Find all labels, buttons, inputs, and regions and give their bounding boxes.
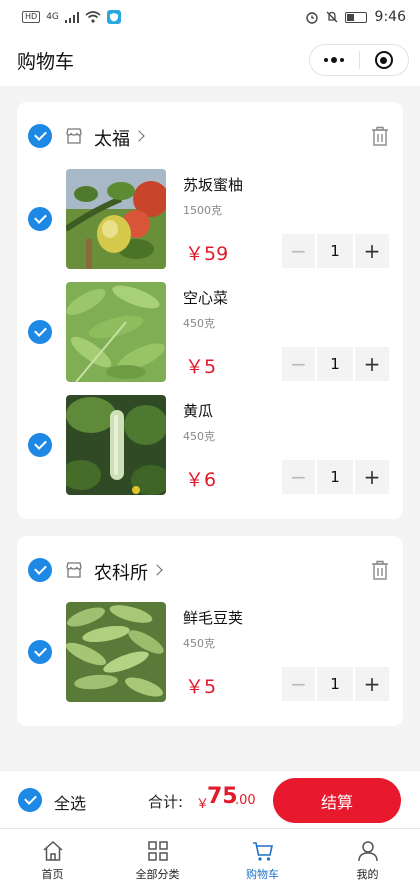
select-all-checkbox[interactable] <box>18 788 42 812</box>
quantity-value[interactable]: 1 <box>317 347 353 381</box>
item-checkbox[interactable] <box>28 320 52 344</box>
signal-icon <box>64 11 79 23</box>
status-bar: HD 4G 9:46 <box>0 0 420 34</box>
shop-card: 太福 苏坂蜜柚 1500克 ￥59 − 1 + 空心菜 450克 ￥5 − 1 … <box>17 102 403 519</box>
shop-name[interactable]: 农科所 <box>94 559 148 585</box>
product-image[interactable] <box>66 395 166 495</box>
store-icon <box>66 562 82 578</box>
wifi-icon <box>85 11 101 23</box>
product-price: ￥6 <box>185 469 217 491</box>
increase-button[interactable]: + <box>355 667 389 701</box>
shop-header: 农科所 <box>17 536 403 604</box>
chevron-right-icon[interactable] <box>133 130 145 142</box>
quantity-stepper: − 1 + <box>282 667 389 701</box>
tab-bar: 首页 全部分类 购物车 我的 <box>0 828 420 887</box>
user-icon <box>357 841 378 862</box>
tab-label: 全部分类 <box>135 868 180 881</box>
product-image[interactable] <box>66 282 166 382</box>
more-button[interactable] <box>310 45 359 75</box>
product-price: ￥59 <box>185 243 229 265</box>
cart-item: 黄瓜 450克 ￥6 − 1 + <box>17 395 403 495</box>
quantity-stepper: − 1 + <box>282 460 389 494</box>
cart-item: 苏坂蜜柚 1500克 ￥59 − 1 + <box>17 169 403 269</box>
product-image[interactable] <box>66 602 166 702</box>
grid-icon <box>147 841 168 861</box>
item-checkbox[interactable] <box>28 640 52 664</box>
decrease-button[interactable]: − <box>282 460 315 494</box>
quantity-stepper: − 1 + <box>282 347 389 381</box>
total-label: 合计: <box>148 793 184 811</box>
cart-icon <box>252 842 273 861</box>
product-name[interactable]: 黄瓜 <box>183 400 213 421</box>
shop-card: 农科所 鲜毛豆荚 450克 ￥5 − 1 + <box>17 536 403 726</box>
tab-categories[interactable]: 全部分类 <box>105 829 210 887</box>
home-icon <box>43 840 62 861</box>
product-image[interactable] <box>66 169 166 269</box>
trash-icon[interactable] <box>371 560 389 580</box>
decrease-button[interactable]: − <box>282 347 315 381</box>
quantity-value[interactable]: 1 <box>317 460 353 494</box>
miniprogram-capsule <box>309 44 409 76</box>
shop-name[interactable]: 太福 <box>94 125 130 151</box>
store-icon <box>66 128 82 144</box>
page-title: 购物车 <box>17 50 75 73</box>
product-price: ￥5 <box>185 356 217 378</box>
tab-cart[interactable]: 购物车 <box>210 829 315 887</box>
total-amount-decimal: .00 <box>235 793 256 808</box>
tab-label: 首页 <box>41 868 64 881</box>
increase-button[interactable]: + <box>355 460 389 494</box>
tab-profile[interactable]: 我的 <box>315 829 420 887</box>
product-name[interactable]: 苏坂蜜柚 <box>183 174 243 195</box>
battery-icon <box>344 11 367 23</box>
decrease-button[interactable]: − <box>282 667 315 701</box>
cart-item: 空心菜 450克 ￥5 − 1 + <box>17 282 403 382</box>
quantity-stepper: − 1 + <box>282 234 389 268</box>
more-icon <box>324 57 345 63</box>
product-name[interactable]: 空心菜 <box>183 287 228 308</box>
decrease-button[interactable]: − <box>282 234 315 268</box>
product-weight: 1500克 <box>183 204 222 217</box>
shop-checkbox[interactable] <box>28 124 52 148</box>
hd-indicator: HD <box>22 11 41 23</box>
chevron-right-icon[interactable] <box>151 564 163 576</box>
item-checkbox[interactable] <box>28 433 52 457</box>
trash-icon[interactable] <box>371 126 389 146</box>
increase-button[interactable]: + <box>355 347 389 381</box>
product-price: ￥5 <box>185 676 217 698</box>
total-amount-integer: 75 <box>207 784 238 809</box>
shop-header: 太福 <box>17 102 403 170</box>
product-weight: 450克 <box>183 637 215 650</box>
select-all-label[interactable]: 全选 <box>54 790 86 814</box>
shield-app-icon <box>106 10 121 24</box>
item-checkbox[interactable] <box>28 207 52 231</box>
quantity-value[interactable]: 1 <box>317 667 353 701</box>
mute-icon <box>326 11 338 23</box>
alarm-icon <box>305 12 318 24</box>
shop-checkbox[interactable] <box>28 558 52 582</box>
close-miniprogram-button[interactable] <box>360 45 409 75</box>
tab-label: 我的 <box>356 868 379 881</box>
exit-icon <box>374 51 393 69</box>
product-name[interactable]: 鲜毛豆荚 <box>183 607 243 628</box>
clock: 9:46 <box>374 9 406 25</box>
quantity-value[interactable]: 1 <box>317 234 353 268</box>
checkout-button[interactable]: 结算 <box>273 778 401 823</box>
increase-button[interactable]: + <box>355 234 389 268</box>
checkout-bar: 全选 合计: ￥ 75 .00 结算 <box>0 770 420 828</box>
product-weight: 450克 <box>183 317 215 330</box>
tab-home[interactable]: 首页 <box>0 829 105 887</box>
nav-bar: 购物车 <box>0 34 420 86</box>
network-indicator: 4G <box>46 12 59 22</box>
cart-item: 鲜毛豆荚 450克 ￥5 − 1 + <box>17 602 403 702</box>
product-weight: 450克 <box>183 430 215 443</box>
tab-label: 购物车 <box>246 868 279 881</box>
